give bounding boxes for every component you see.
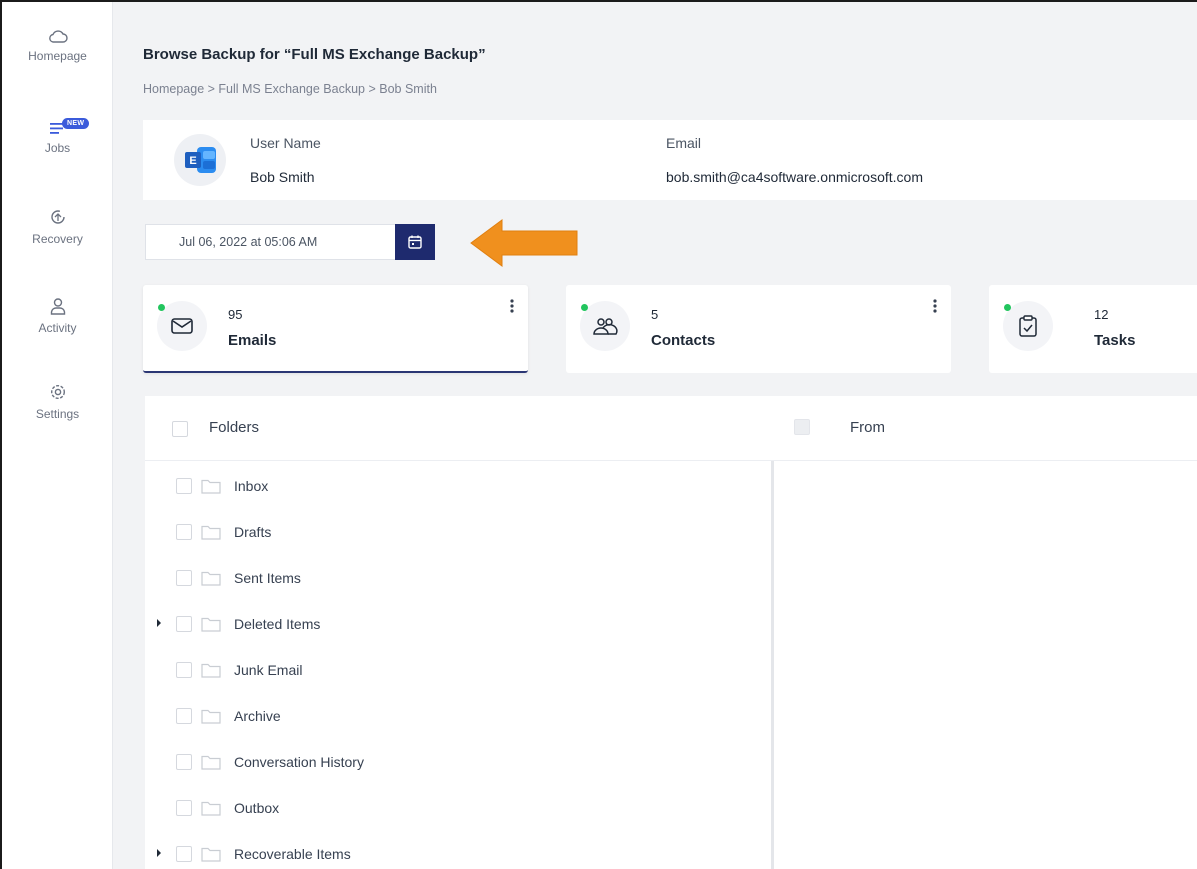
sidebar-item-jobs[interactable]: NEW Jobs bbox=[2, 118, 113, 155]
folder-name: Outbox bbox=[234, 800, 280, 816]
folder-row-deleted-items[interactable]: Deleted Items bbox=[145, 600, 765, 646]
folder-checkbox[interactable] bbox=[176, 616, 192, 632]
expand-arrow-icon[interactable] bbox=[156, 618, 162, 628]
exchange-icon: E bbox=[185, 147, 216, 173]
folder-row-sent-items[interactable]: Sent Items bbox=[145, 554, 765, 600]
folder-name: Inbox bbox=[234, 478, 269, 494]
stat-label: Tasks bbox=[1094, 332, 1136, 349]
folder-icon bbox=[201, 663, 221, 678]
status-dot bbox=[158, 304, 165, 311]
sidebar-item-activity[interactable]: Activity bbox=[2, 296, 113, 335]
folder-icon bbox=[201, 479, 221, 494]
new-badge: NEW bbox=[62, 118, 90, 129]
folder-name: Conversation History bbox=[234, 754, 364, 770]
folder-row-drafts[interactable]: Drafts bbox=[145, 508, 765, 554]
main-content: Browse Backup for “Full MS Exchange Back… bbox=[114, 2, 1197, 869]
folder-name: Deleted Items bbox=[234, 616, 321, 632]
folder-checkbox[interactable] bbox=[176, 570, 192, 586]
folder-row-outbox[interactable]: Outbox bbox=[145, 784, 765, 830]
stat-card-contacts[interactable]: 5 Contacts bbox=[566, 285, 951, 373]
folder-checkbox[interactable] bbox=[176, 478, 192, 494]
folder-row-conversation-history[interactable]: Conversation History bbox=[145, 738, 765, 784]
folder-icon bbox=[201, 525, 221, 540]
folder-name: Recoverable Items bbox=[234, 846, 351, 862]
sidebar-item-label: Recovery bbox=[32, 232, 83, 246]
backup-date-picker[interactable]: Jul 06, 2022 at 05:06 AM bbox=[145, 224, 435, 260]
folder-checkbox[interactable] bbox=[176, 754, 192, 770]
stat-card-emails[interactable]: 95 Emails bbox=[143, 285, 528, 373]
from-header: From bbox=[850, 419, 885, 436]
folder-checkbox[interactable] bbox=[176, 524, 192, 540]
stat-count: 12 bbox=[1094, 307, 1109, 322]
avatar: E bbox=[174, 134, 226, 186]
folder-row-junk-email[interactable]: Junk Email bbox=[145, 646, 765, 692]
calendar-button[interactable] bbox=[395, 224, 435, 260]
kebab-menu-icon[interactable] bbox=[933, 299, 937, 313]
user-name-value: Bob Smith bbox=[250, 169, 315, 185]
folder-name: Drafts bbox=[234, 524, 272, 540]
user-icon bbox=[50, 298, 65, 315]
email-value: bob.smith@ca4software.onmicrosoft.com bbox=[666, 169, 923, 185]
app-window: Homepage NEW Jobs Recovery Activity Sett… bbox=[0, 0, 1197, 869]
select-all-from-checkbox[interactable] bbox=[794, 419, 810, 435]
user-name-label: User Name bbox=[250, 135, 321, 151]
email-label: Email bbox=[666, 135, 702, 151]
sidebar-item-homepage[interactable]: Homepage bbox=[2, 28, 113, 63]
tasks-icon bbox=[1019, 315, 1037, 337]
expand-arrow-icon[interactable] bbox=[156, 848, 162, 858]
folder-icon bbox=[201, 847, 221, 862]
folder-row-recoverable-items[interactable]: Recoverable Items bbox=[145, 830, 765, 869]
sidebar-item-label: Homepage bbox=[28, 49, 87, 63]
select-all-folders-checkbox[interactable] bbox=[172, 421, 188, 437]
gear-icon bbox=[50, 384, 65, 400]
stat-count: 5 bbox=[651, 307, 659, 322]
folder-name: Junk Email bbox=[234, 662, 303, 678]
page-title: Browse Backup for “Full MS Exchange Back… bbox=[143, 46, 486, 63]
sidebar-item-label: Activity bbox=[38, 321, 77, 335]
folders-table: Folders From Inbox Drafts Sent Items Del… bbox=[145, 396, 1197, 869]
folder-checkbox[interactable] bbox=[176, 708, 192, 724]
folder-name: Sent Items bbox=[234, 570, 301, 586]
cloud-icon bbox=[48, 30, 68, 43]
table-header: Folders From bbox=[145, 396, 1197, 461]
folder-icon bbox=[201, 755, 221, 770]
folder-checkbox[interactable] bbox=[176, 662, 192, 678]
kebab-menu-icon[interactable] bbox=[510, 299, 514, 313]
stat-label: Emails bbox=[228, 332, 277, 349]
sidebar-item-settings[interactable]: Settings bbox=[2, 382, 113, 421]
pane-divider[interactable] bbox=[771, 461, 774, 869]
stat-label: Contacts bbox=[651, 332, 716, 349]
folder-row-archive[interactable]: Archive bbox=[145, 692, 765, 738]
folder-icon bbox=[201, 709, 221, 724]
stat-count: 95 bbox=[228, 307, 243, 322]
sidebar: Homepage NEW Jobs Recovery Activity Sett… bbox=[2, 2, 113, 869]
folder-checkbox[interactable] bbox=[176, 846, 192, 862]
folder-icon bbox=[201, 617, 221, 632]
annotation-arrow-icon bbox=[470, 219, 578, 267]
backup-date-value: Jul 06, 2022 at 05:06 AM bbox=[179, 235, 318, 249]
sidebar-item-label: Settings bbox=[35, 407, 80, 421]
sidebar-item-label: Jobs bbox=[44, 141, 71, 155]
calendar-icon bbox=[408, 235, 422, 249]
folder-icon bbox=[201, 571, 221, 586]
svg-text:E: E bbox=[189, 155, 196, 167]
folder-icon bbox=[201, 801, 221, 816]
breadcrumb[interactable]: Homepage > Full MS Exchange Backup > Bob… bbox=[143, 82, 437, 96]
folder-row-inbox[interactable]: Inbox bbox=[145, 462, 765, 508]
folder-checkbox[interactable] bbox=[176, 800, 192, 816]
status-dot bbox=[581, 304, 588, 311]
user-info-card: E User Name Bob Smith Email bob.smith@ca… bbox=[143, 120, 1197, 200]
sidebar-item-recovery[interactable]: Recovery bbox=[2, 207, 113, 246]
mail-icon bbox=[171, 318, 193, 334]
contacts-icon bbox=[593, 318, 618, 335]
stat-card-tasks[interactable]: 12 Tasks bbox=[989, 285, 1197, 373]
status-dot bbox=[1004, 304, 1011, 311]
folder-name: Archive bbox=[234, 708, 281, 724]
recovery-icon bbox=[50, 210, 65, 224]
folders-header: Folders bbox=[209, 419, 260, 436]
